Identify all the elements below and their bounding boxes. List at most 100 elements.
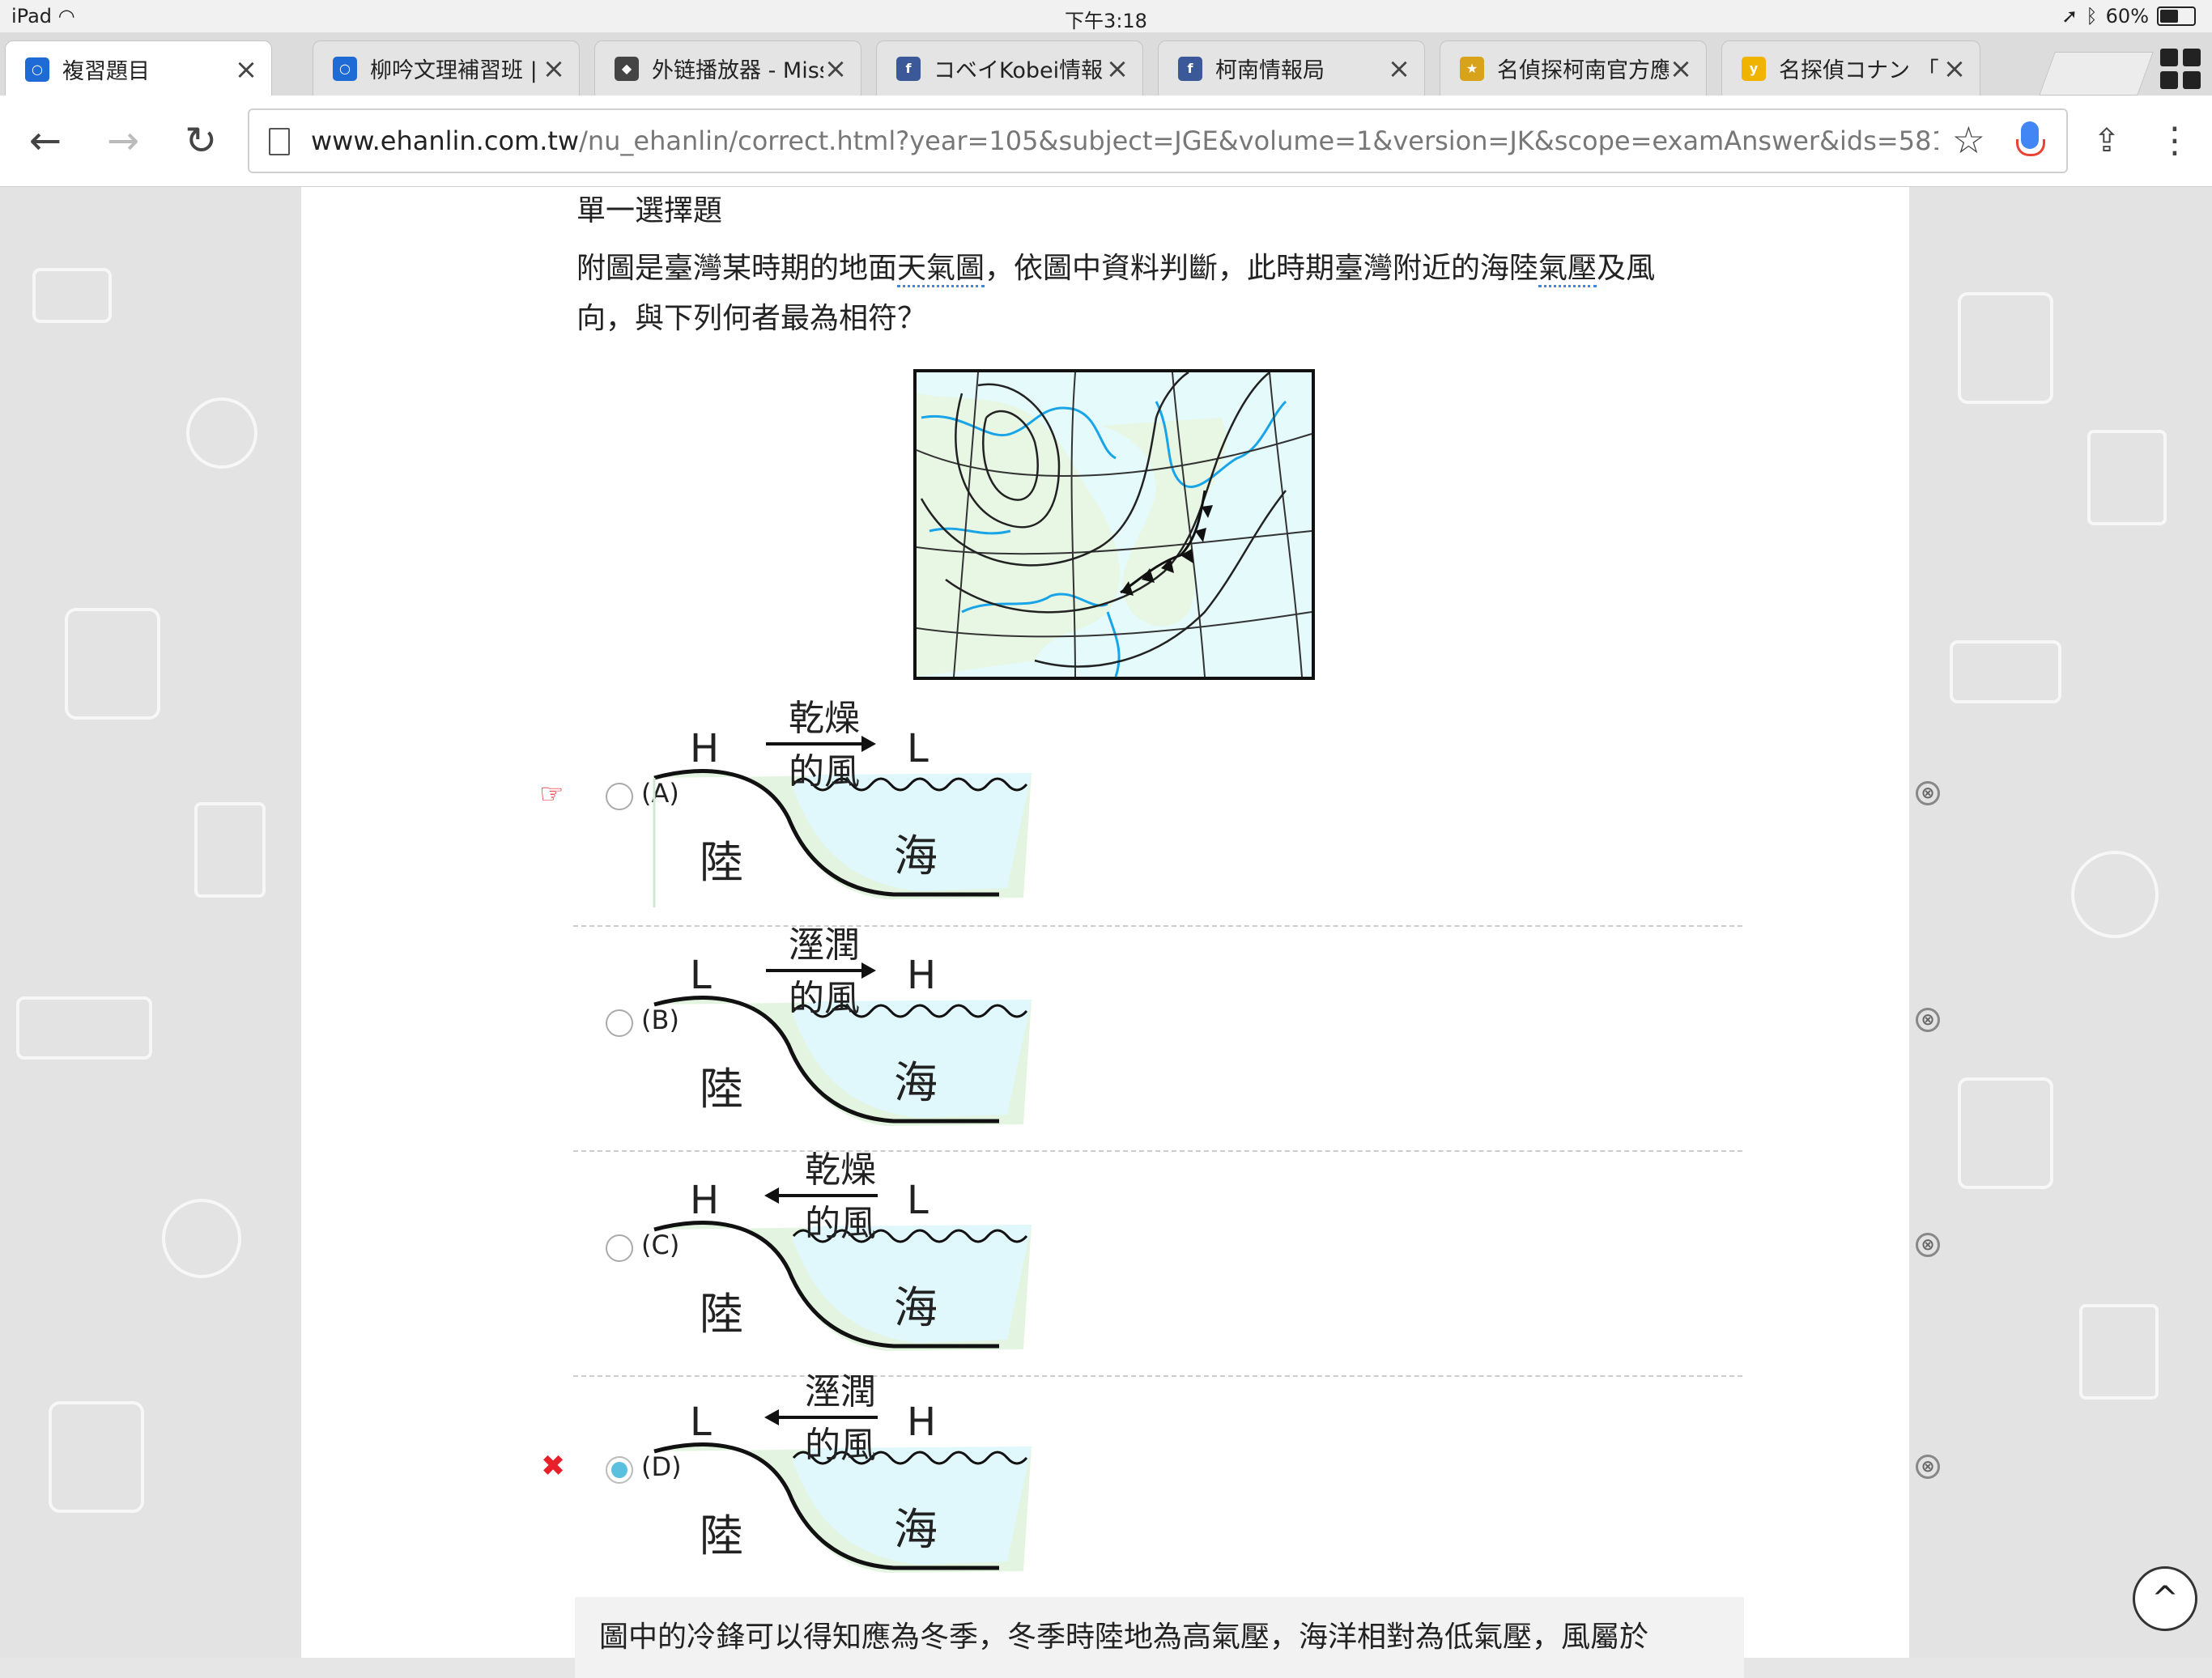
facebook-favicon-icon: f [1178,56,1202,81]
wind-word-top: 溼潤 [805,1371,876,1412]
tab-4[interactable]: f 柯南情報局 × [1158,40,1425,96]
background-pattern-right [1909,187,2212,1658]
tab-3[interactable]: f コベイKobei情報 × [876,40,1143,96]
forward-arrow-icon[interactable]: → [99,117,147,165]
battery-icon [2157,6,2196,26]
question-text: 附圖是臺灣某時期的地面天氣圖，依圖中資料判斷，此時期臺灣附近的海陸氣壓及風向，與… [576,252,1656,335]
wind-arrow-head [764,1409,779,1425]
sea-label: 海 [894,1504,938,1555]
option-radio[interactable] [606,1009,633,1037]
status-right: ➚ ᛒ 60% [2061,5,2196,28]
wind-arrow-head [861,962,876,979]
wind-word-top: 溼潤 [789,924,860,966]
bluetooth-icon: ᛒ [2086,5,2098,28]
land-label: 陸 [700,1064,743,1115]
cat-favicon-icon: ◆ [615,56,639,81]
badge-favicon-icon: ★ [1460,56,1484,81]
tab-title: 複習題目 [62,59,150,84]
tab-strip: ○ 複習題目 × ○ 柳吟文理補習班 | × ◆ 外链播放器 - Miss × … [0,32,2212,97]
site-favicon-icon: ○ [25,57,49,82]
browser-toolbar: ← → ↻ www.ehanlin.com.tw/nu_ehanlin/corr… [0,96,2212,187]
tab-1[interactable]: ○ 柳吟文理補習班 | × [313,40,580,96]
pressure-letter-right: H [907,1400,937,1445]
mark-question-icon[interactable]: ⊗ [1916,781,1940,805]
wind-word-bottom: 的風 [805,1425,876,1466]
answer-option-d[interactable]: ✖ (D) L H 溼潤 的風 陸 海 ⊗ [541,1370,1940,1589]
bookmark-star-icon[interactable]: ☆ [1952,118,1985,162]
tab-title: 名偵探柯南官方應 [1497,58,1669,83]
background-pattern-left [0,187,301,1658]
close-tab-icon[interactable]: × [542,53,566,85]
weather-map-figure [913,369,1315,680]
land-sea-wind-diagram: H L 乾燥 的風 陸 海 [651,697,1040,915]
close-tab-icon[interactable]: × [1105,53,1129,85]
close-tab-icon[interactable]: × [823,53,848,85]
pressure-letter-left: H [690,1178,720,1223]
back-to-top-button[interactable]: ^ [2133,1566,2197,1631]
ytv-favicon-icon: y [1742,56,1766,81]
pressure-letter-left: H [690,726,720,771]
url-text[interactable]: www.ehanlin.com.tw/nu_ehanlin/correct.ht… [311,125,1938,156]
tab-2[interactable]: ◆ 外链播放器 - Miss × [594,40,861,96]
question-page: 單一選擇題 附圖是臺灣某時期的地面天氣圖，依圖中資料判斷，此時期臺灣附近的海陸氣… [301,187,1940,1678]
microphone-icon[interactable] [2016,121,2045,156]
book-doodle-icon [1958,1077,2053,1189]
calculator-doodle-icon [2087,430,2167,525]
mark-question-icon[interactable]: ⊗ [1916,1008,1940,1032]
status-bar: iPad ◠ 下午3:18 ➚ ᛒ 60% [0,0,2212,32]
tab-switcher-icon[interactable] [2160,49,2201,89]
battery-percent: 60% [2105,5,2149,28]
reload-icon[interactable]: ↻ [177,117,225,165]
close-tab-icon[interactable]: × [234,53,258,86]
tab-6[interactable]: y 名探偵コナン 「 × [1721,40,1980,96]
land-sea-wind-diagram: L H 溼潤 的風 陸 海 [651,924,1040,1142]
sea-label: 海 [894,831,938,881]
explanation-text: 圖中的冷鋒可以得知應為冬季，冬季時陸地為高氣壓，海洋相對為低氣壓，風屬於 [599,1621,1649,1654]
mark-question-icon[interactable]: ⊗ [1916,1455,1940,1479]
tab-title: 柳吟文理補習班 | [370,58,538,83]
answer-option-b[interactable]: (B) L H 溼潤 的風 陸 海 ⊗ [573,924,1940,1142]
calculator-doodle-icon [2079,1304,2159,1400]
tab-title: コベイKobei情報 [934,58,1104,83]
mark-question-icon[interactable]: ⊗ [1916,1233,1940,1257]
section-heading: 單一選擇題 [576,194,723,227]
calculator-doodle-icon [194,802,266,898]
tab-title: 柯南情報局 [1215,58,1325,83]
option-radio[interactable] [606,783,633,810]
land-label: 陸 [700,1510,743,1561]
tab-title: 外链播放器 - Miss [652,58,823,83]
option-radio[interactable] [606,1234,633,1262]
tab-title: 名探偵コナン 「 [1779,58,1939,83]
option-radio-selected[interactable] [606,1456,633,1484]
page-icon [269,128,290,155]
clock-doodle-icon [2071,851,2159,938]
clock-doodle-icon [162,1199,241,1278]
wind-word-bottom: 的風 [789,978,860,1019]
menu-dots-icon[interactable]: ⋮ [2150,117,2199,165]
tab-5[interactable]: ★ 名偵探柯南官方應 × [1440,40,1707,96]
close-tab-icon[interactable]: × [1942,53,1967,85]
pressure-letter-left: L [690,1400,712,1445]
land-sea-wind-diagram: H L 乾燥 的風 陸 海 [651,1149,1040,1367]
glossary-term[interactable]: 氣壓 [1538,252,1597,287]
new-tab-button[interactable] [2039,52,2154,96]
wind-word-bottom: 的風 [789,751,860,792]
battery-fill [2160,10,2178,23]
wind-arrow-head [861,736,876,752]
sea-label: 海 [894,1057,938,1108]
wind-word-top: 乾燥 [789,698,860,739]
close-tab-icon[interactable]: × [1669,53,1693,85]
back-arrow-icon[interactable]: ← [21,117,70,165]
answer-option-a[interactable]: ☞ (A) H L 乾燥 的風 陸 海 ⊗ [539,697,1940,915]
facebook-favicon-icon: f [896,56,921,81]
share-icon[interactable]: ⇪ [2082,117,2131,165]
clock: 下午3:18 [1065,10,1147,32]
answer-option-c[interactable]: (C) H L 乾燥 的風 陸 海 ⊗ [573,1149,1940,1367]
land-sea-wind-diagram: L H 溼潤 的風 陸 海 [651,1370,1040,1589]
address-bar[interactable]: www.ehanlin.com.tw/nu_ehanlin/correct.ht… [248,108,2068,173]
close-tab-icon[interactable]: × [1387,53,1411,85]
location-icon: ➚ [2061,5,2078,28]
pressure-letter-left: L [690,953,712,998]
glossary-term[interactable]: 天氣圖 [897,252,985,287]
tab-0[interactable]: ○ 複習題目 × [5,40,272,97]
